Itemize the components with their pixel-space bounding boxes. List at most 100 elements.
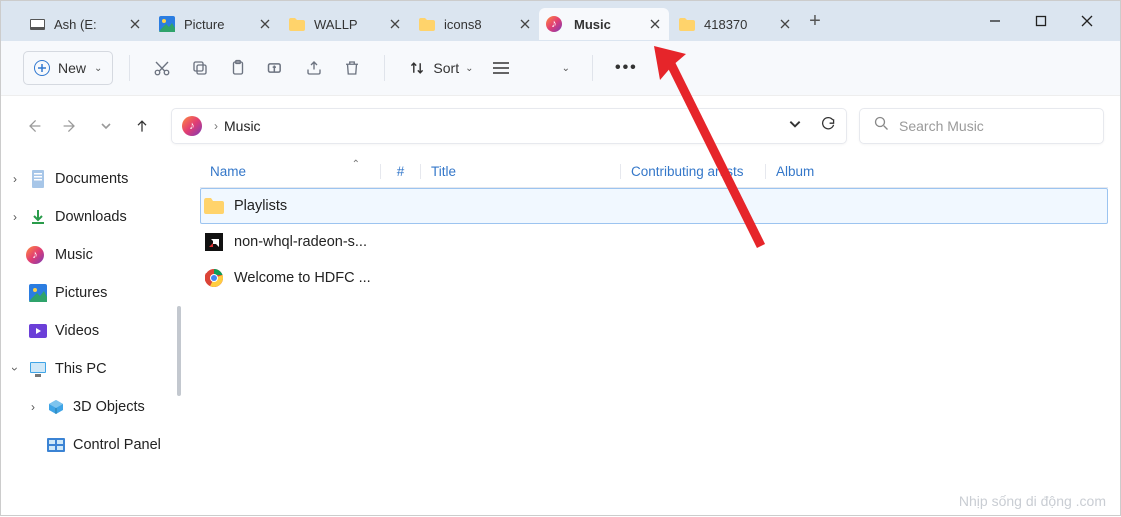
address-bar[interactable]: ♪ › Music — [171, 108, 847, 144]
watermark: Nhịp sống di động .com — [959, 493, 1106, 509]
chevron-down-icon: ⌄ — [94, 63, 102, 74]
file-row[interactable]: non-whql-radeon-s... — [200, 224, 1108, 260]
picture-icon — [28, 283, 48, 303]
close-icon[interactable] — [128, 18, 141, 31]
file-row[interactable]: Playlists — [200, 188, 1108, 224]
search-box[interactable] — [859, 108, 1104, 144]
chevron-right-icon[interactable]: › — [9, 172, 21, 186]
tab-wallp[interactable]: WALLP — [279, 8, 409, 40]
sidebar: › Documents › Downloads ♪ Music Pictures… — [1, 156, 181, 517]
search-input[interactable] — [899, 118, 1089, 134]
tab-label: WALLP — [314, 17, 379, 32]
column-number[interactable]: # — [380, 164, 420, 179]
sidebar-label: 3D Objects — [73, 399, 145, 415]
sort-label: Sort — [433, 60, 459, 76]
window-controls — [972, 1, 1110, 41]
folder-icon — [204, 196, 224, 216]
main: › Documents › Downloads ♪ Music Pictures… — [1, 156, 1120, 517]
rename-icon — [266, 58, 286, 78]
pc-icon — [28, 359, 48, 379]
file-name: Playlists — [234, 198, 287, 214]
trash-icon — [342, 58, 362, 78]
file-row[interactable]: Welcome to HDFC ... — [200, 260, 1108, 296]
folder-icon — [289, 16, 305, 32]
sidebar-label: Music — [55, 247, 93, 263]
chevron-right-icon[interactable]: › — [27, 400, 39, 414]
chrome-icon — [204, 268, 224, 288]
copy-button[interactable] — [184, 51, 216, 85]
sidebar-label: This PC — [55, 361, 107, 377]
breadcrumb-chevron-icon: › — [214, 119, 218, 133]
maximize-button[interactable] — [1018, 1, 1064, 41]
forward-button[interactable] — [59, 118, 81, 134]
tab-ash[interactable]: Ash (E: — [19, 8, 149, 40]
close-icon[interactable] — [388, 18, 401, 31]
chevron-right-icon[interactable]: › — [9, 210, 21, 224]
view-icon — [491, 58, 511, 78]
tab-label: 418370 — [704, 17, 769, 32]
minimize-button[interactable] — [972, 1, 1018, 41]
close-window-button[interactable] — [1064, 1, 1110, 41]
tab-icons8[interactable]: icons8 — [409, 8, 539, 40]
column-contributing-artists[interactable]: Contributing artists — [620, 164, 765, 179]
sidebar-item-music[interactable]: ♪ Music — [5, 236, 181, 274]
file-name: non-whql-radeon-s... — [234, 234, 367, 250]
new-button[interactable]: New ⌄ — [23, 51, 113, 85]
sidebar-item-pictures[interactable]: Pictures — [5, 274, 181, 312]
paste-icon — [228, 58, 248, 78]
document-icon — [28, 169, 48, 189]
sidebar-item-downloads[interactable]: › Downloads — [5, 198, 181, 236]
up-button[interactable] — [131, 118, 153, 134]
sidebar-item-control-panel[interactable]: Control Panel — [5, 426, 181, 464]
share-button[interactable] — [298, 51, 330, 85]
paste-button[interactable] — [222, 51, 254, 85]
column-headers: Name⌃ # Title Contributing artists Album — [200, 156, 1108, 188]
more-icon: ••• — [615, 59, 638, 77]
sidebar-item-documents[interactable]: › Documents — [5, 160, 181, 198]
music-icon: ♪ — [182, 116, 202, 136]
sidebar-item-videos[interactable]: Videos — [5, 312, 181, 350]
column-title[interactable]: Title — [420, 164, 620, 179]
share-icon — [304, 58, 324, 78]
tab-label: Picture — [184, 17, 249, 32]
back-button[interactable] — [23, 118, 45, 134]
copy-icon — [190, 58, 210, 78]
sidebar-label: Documents — [55, 171, 128, 187]
sidebar-scrollbar[interactable] — [171, 156, 181, 517]
tab-label: icons8 — [444, 17, 509, 32]
column-name[interactable]: Name⌃ — [200, 164, 380, 179]
close-icon[interactable] — [648, 18, 661, 31]
sort-button[interactable]: Sort ⌄ — [401, 51, 479, 85]
sidebar-label: Videos — [55, 323, 99, 339]
amd-icon — [204, 232, 224, 252]
rename-button[interactable] — [260, 51, 292, 85]
close-icon[interactable] — [258, 18, 271, 31]
view-button[interactable]: View ⌄ — [485, 51, 575, 85]
close-icon[interactable] — [778, 18, 791, 31]
refresh-button[interactable] — [820, 116, 836, 137]
music-icon: ♪ — [28, 245, 48, 265]
breadcrumb-location[interactable]: Music — [224, 118, 261, 134]
new-tab-button[interactable]: + — [799, 10, 831, 33]
plus-circle-icon — [34, 60, 50, 76]
music-icon: ♪ — [549, 16, 565, 32]
sort-indicator-icon: ⌃ — [352, 159, 360, 170]
cut-button[interactable] — [146, 51, 178, 85]
sidebar-item-this-pc[interactable]: › This PC — [5, 350, 181, 388]
tab-picture[interactable]: Picture — [149, 8, 279, 40]
more-button[interactable]: ••• — [609, 51, 644, 85]
scissors-icon — [152, 58, 172, 78]
sort-icon — [407, 58, 427, 78]
chevron-down-icon[interactable]: › — [8, 363, 22, 375]
tab-label: Music — [574, 17, 639, 32]
sidebar-label: Downloads — [55, 209, 127, 225]
recent-button[interactable] — [95, 121, 117, 131]
tab-music[interactable]: ♪ Music — [539, 8, 669, 40]
sidebar-item-3d-objects[interactable]: › 3D Objects — [5, 388, 181, 426]
tab-bar: Ash (E: Picture WALLP icons8 ♪ Music 418… — [1, 1, 1120, 41]
close-icon[interactable] — [518, 18, 531, 31]
delete-button[interactable] — [336, 51, 368, 85]
tab-418370[interactable]: 418370 — [669, 8, 799, 40]
address-dropdown-button[interactable] — [788, 116, 802, 137]
column-album[interactable]: Album — [765, 164, 935, 179]
